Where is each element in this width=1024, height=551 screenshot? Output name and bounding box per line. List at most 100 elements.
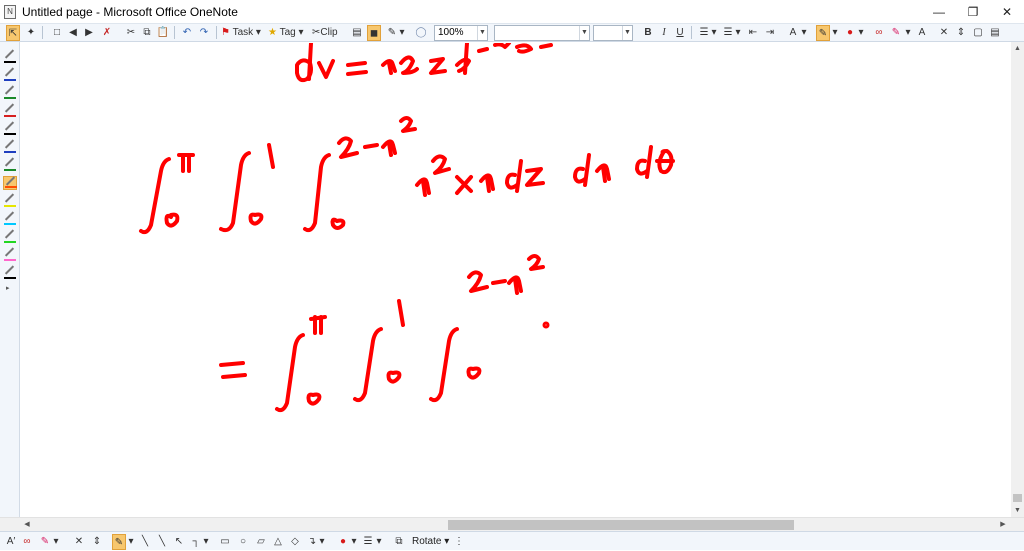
arrange-button[interactable]: ⧉ bbox=[392, 534, 406, 550]
page-setup-button[interactable]: ▢ bbox=[971, 25, 985, 41]
bullets-button[interactable]: ☰ bbox=[697, 25, 711, 41]
ink-color-button[interactable]: ● bbox=[336, 534, 350, 550]
pen-mode-button[interactable]: ✎ bbox=[385, 25, 399, 41]
highlighter-button[interactable]: ✎ bbox=[816, 25, 830, 41]
eraser-tool-dropdown[interactable]: ▾ bbox=[52, 534, 60, 550]
pen-swatch[interactable] bbox=[3, 247, 17, 262]
parallelogram-tool-button[interactable]: ▱ bbox=[254, 534, 268, 550]
new-page-button[interactable]: □ bbox=[50, 25, 64, 41]
pen-swatch[interactable] bbox=[3, 121, 17, 136]
pen-swatch[interactable] bbox=[3, 103, 17, 118]
connector-tool-dropdown[interactable]: ▾ bbox=[318, 534, 326, 550]
numbering-dropdown[interactable]: ▾ bbox=[734, 25, 742, 41]
screen-clip-button[interactable]: ✂Clip bbox=[312, 25, 348, 41]
highlighter-dropdown[interactable]: ▾ bbox=[831, 25, 839, 41]
font-color-button[interactable]: ● bbox=[843, 25, 857, 41]
tag-button[interactable]: ★ Tag ▾ bbox=[268, 25, 310, 41]
eraser-dropdown[interactable]: ▾ bbox=[904, 25, 912, 41]
circle-tool-button[interactable]: ○ bbox=[236, 534, 250, 550]
font-size-select[interactable]: ▼ bbox=[593, 25, 633, 41]
rectangle-tool-button[interactable]: ▭ bbox=[218, 534, 232, 550]
insert-space-tool-button[interactable]: ⇕ bbox=[90, 534, 104, 550]
connector-tool-button[interactable]: ↴ bbox=[305, 534, 319, 550]
copy-button[interactable]: ⧉ bbox=[140, 25, 154, 41]
lasso-select-button[interactable]: ∞ bbox=[20, 534, 34, 550]
horizontal-scroll-thumb[interactable] bbox=[448, 520, 794, 530]
pen-swatch[interactable] bbox=[3, 211, 17, 226]
font-select[interactable]: ▼ bbox=[494, 25, 590, 41]
italic-button[interactable]: I bbox=[657, 25, 671, 41]
eraser-button[interactable]: ✎ bbox=[889, 25, 903, 41]
bullets-dropdown[interactable]: ▾ bbox=[710, 25, 718, 41]
pen-swatch[interactable] bbox=[3, 265, 17, 280]
increase-indent-button[interactable]: ⇥ bbox=[763, 25, 777, 41]
diamond-tool-button[interactable]: ◇ bbox=[288, 534, 302, 550]
task-flag-button[interactable]: ⚑ Task ▾ bbox=[221, 25, 267, 41]
pen-swatch[interactable] bbox=[3, 85, 17, 100]
pen-mode-dropdown[interactable]: ▾ bbox=[398, 25, 406, 41]
rotate-button[interactable]: Rotate ▾ bbox=[412, 534, 449, 549]
undo-button[interactable]: ↶ bbox=[180, 25, 194, 41]
delete-ink-button[interactable]: ✕ bbox=[72, 534, 86, 550]
minimize-button[interactable]: — bbox=[922, 0, 956, 24]
vertical-scroll-thumb[interactable] bbox=[1013, 494, 1022, 502]
close-button[interactable]: ✕ bbox=[990, 0, 1024, 24]
more-options-button[interactable]: ⋮ bbox=[452, 534, 466, 550]
ink-color-dropdown[interactable]: ▾ bbox=[350, 534, 358, 550]
forward-button[interactable]: ▶ bbox=[82, 25, 96, 41]
line-weight-button[interactable]: ☰ bbox=[361, 534, 375, 550]
delete-button[interactable]: ✗ bbox=[100, 25, 114, 41]
zoom-select[interactable]: 100% ▼ bbox=[434, 25, 488, 41]
cut-button[interactable]: ✂ bbox=[124, 25, 138, 41]
toolbar-options-button[interactable]: ▤ bbox=[988, 25, 1002, 41]
axes-tool-dropdown[interactable]: ▾ bbox=[202, 534, 210, 550]
vertical-scrollbar[interactable]: ▲ ▼ bbox=[1011, 42, 1024, 517]
scroll-down-button[interactable]: ▼ bbox=[1011, 504, 1024, 517]
axes-tool-button[interactable]: ┐ bbox=[189, 534, 203, 550]
paste-button[interactable]: 📋 bbox=[156, 25, 170, 41]
line-weight-dropdown[interactable]: ▾ bbox=[375, 534, 383, 550]
text-mode-button[interactable]: A′ bbox=[4, 534, 18, 550]
decrease-indent-button[interactable]: ⇤ bbox=[746, 25, 760, 41]
numbering-button[interactable]: ☰ bbox=[721, 25, 735, 41]
line-tool-button[interactable]: ╲ bbox=[138, 534, 152, 550]
select-tool-button[interactable]: ⇱ bbox=[6, 25, 20, 41]
scroll-right-button[interactable]: ▶ bbox=[996, 518, 1010, 532]
underline-button[interactable]: U bbox=[673, 25, 687, 41]
pen-swatch[interactable] bbox=[3, 193, 17, 208]
pen-palette-more-icon[interactable]: ▸ bbox=[6, 284, 10, 292]
triangle-tool-button[interactable]: △ bbox=[271, 534, 285, 550]
horizontal-scrollbar[interactable]: ◀ ▶ bbox=[0, 517, 1024, 531]
eraser-tool-button[interactable]: ✎ bbox=[38, 534, 52, 550]
insert-space-button[interactable]: ⇕ bbox=[954, 25, 968, 41]
delete-drawing-button[interactable]: ✕ bbox=[937, 25, 951, 41]
scroll-left-button[interactable]: ◀ bbox=[20, 518, 34, 532]
full-page-view-button[interactable]: ◼ bbox=[367, 25, 381, 41]
scroll-up-button[interactable]: ▲ bbox=[1011, 42, 1024, 55]
pen-swatch[interactable] bbox=[3, 157, 17, 172]
lasso-button[interactable]: ∞ bbox=[872, 25, 886, 41]
pen-tool-button[interactable]: ✎ bbox=[112, 534, 126, 550]
text-tool-button[interactable]: A bbox=[915, 25, 929, 41]
note-canvas[interactable] bbox=[21, 43, 1011, 517]
redo-button[interactable]: ↷ bbox=[197, 25, 211, 41]
back-button[interactable]: ◀ bbox=[66, 25, 80, 41]
bold-button[interactable]: B bbox=[641, 25, 655, 41]
style-dropdown[interactable]: ▾ bbox=[800, 25, 808, 41]
pen-tool-dropdown[interactable]: ▾ bbox=[127, 534, 135, 550]
font-color-dropdown[interactable]: ▾ bbox=[857, 25, 865, 41]
undo-icon: ↶ bbox=[182, 27, 192, 38]
help-button[interactable]: ◯ bbox=[414, 25, 428, 41]
onenote-app-icon[interactable]: N bbox=[4, 5, 16, 19]
page-view-button[interactable]: ▤ bbox=[350, 25, 364, 41]
pen-swatch[interactable] bbox=[3, 49, 17, 64]
pen-swatch[interactable] bbox=[3, 67, 17, 82]
pen-swatch[interactable] bbox=[3, 176, 17, 190]
pen-swatch[interactable] bbox=[3, 139, 17, 154]
pan-tool-button[interactable]: ✦ bbox=[24, 25, 38, 41]
style-button[interactable]: A bbox=[786, 25, 800, 41]
arrow-line-tool-button[interactable]: ╲ bbox=[155, 534, 169, 550]
restore-button[interactable]: ❐ bbox=[956, 0, 990, 24]
pen-swatch[interactable] bbox=[3, 229, 17, 244]
double-arrow-tool-button[interactable]: ↖ bbox=[172, 534, 186, 550]
